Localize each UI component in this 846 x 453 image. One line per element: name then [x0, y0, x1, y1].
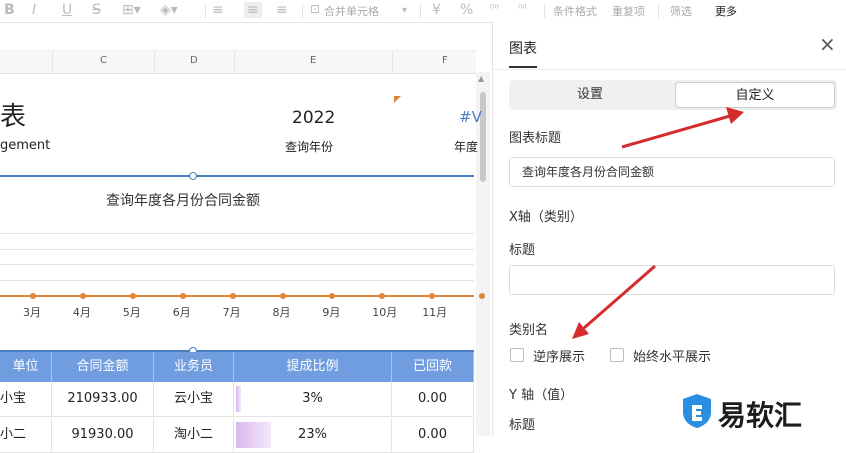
arrow-to-category-name [572, 264, 656, 339]
annotation-arrows [572, 107, 744, 339]
arrow-to-custom-tab [621, 107, 744, 149]
watermark-logo: 易软汇 [676, 390, 846, 436]
shield-logo-icon [683, 394, 711, 428]
watermark-text: 易软汇 [718, 399, 803, 432]
